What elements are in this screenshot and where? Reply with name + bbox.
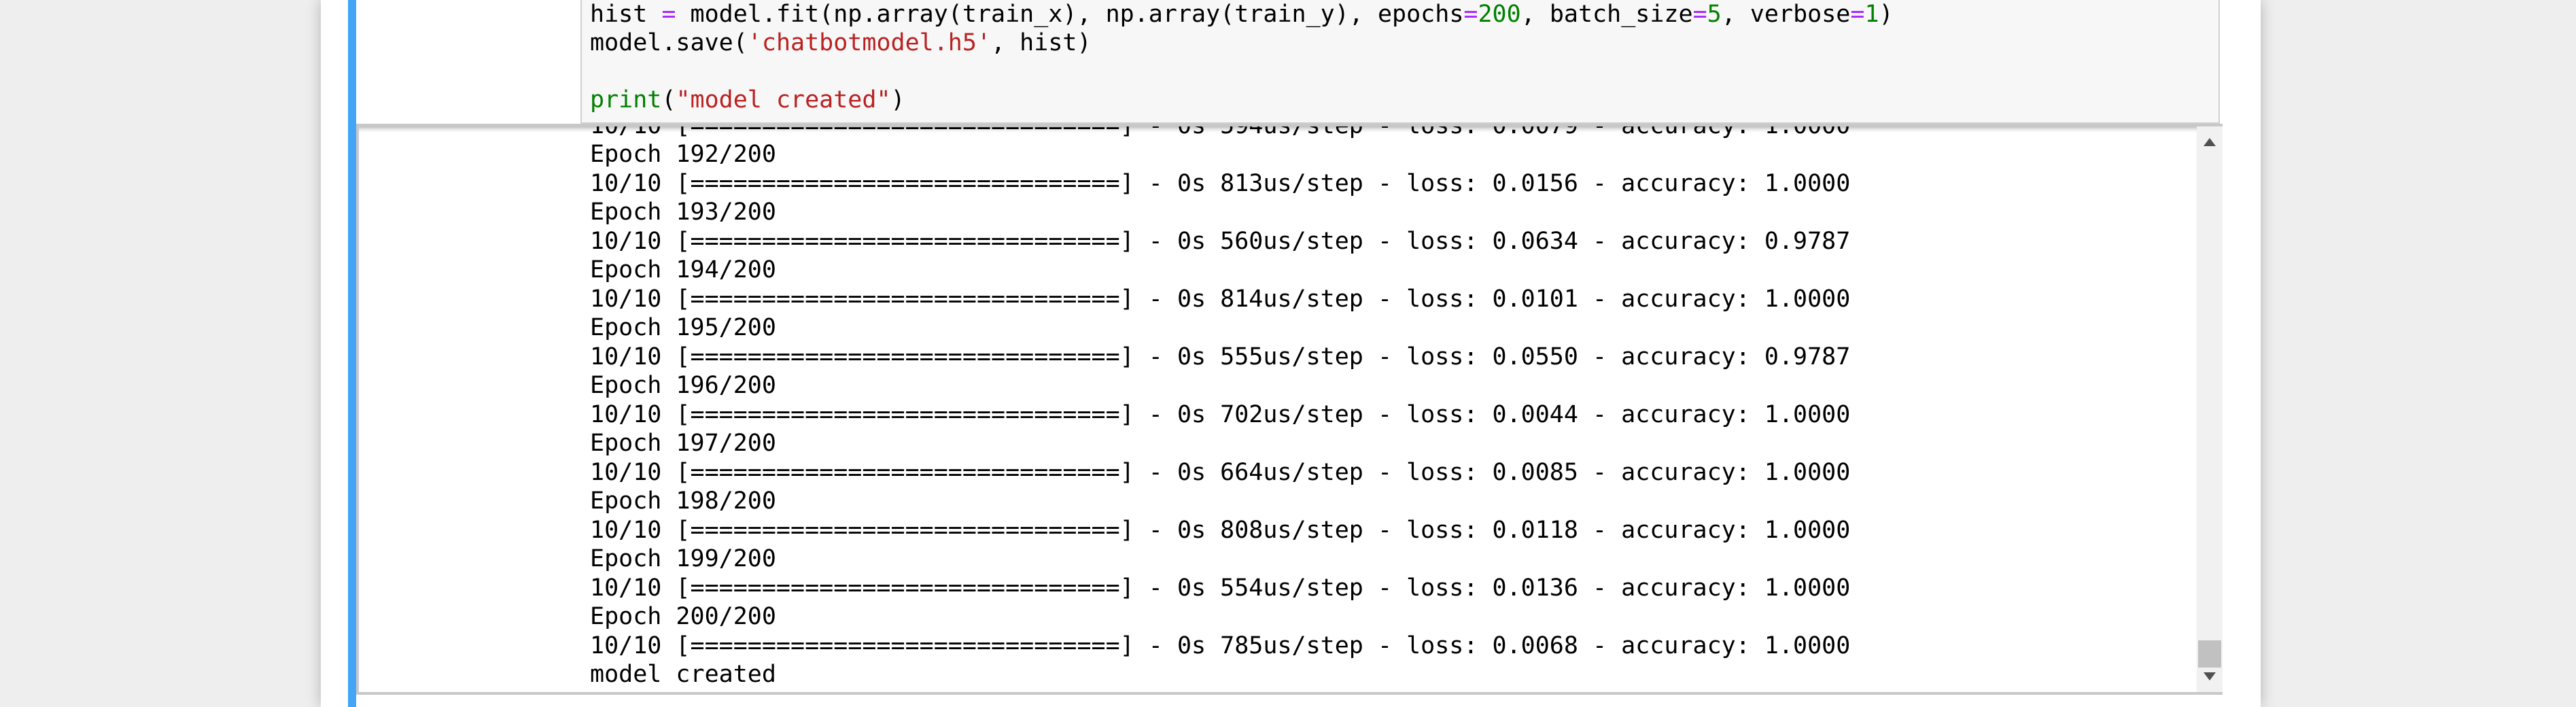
code-input-area[interactable]: hist = model.fit(np.array(train_x), np.a…: [580, 0, 2220, 124]
code-token: model.fit(np.array(train_x), np.array(tr…: [676, 1, 1464, 28]
output-line: 10/10 [==============================] -…: [590, 458, 1851, 486]
output-line: Epoch 200/200: [590, 603, 776, 630]
chevron-down-icon: [2204, 672, 2216, 680]
code-token: 'chatbotmodel.h5': [747, 29, 992, 56]
code-token: hist: [590, 1, 662, 28]
output-line: Epoch 197/200: [590, 430, 776, 457]
output-scrollbar[interactable]: [2197, 124, 2223, 695]
code-token: , batch_size: [1520, 1, 1693, 28]
code-token: 5: [1707, 1, 1722, 28]
selected-cell-indicator: [348, 0, 356, 707]
code-token: "model created": [676, 86, 891, 114]
output-area: 10/10 [==============================] -…: [356, 124, 2197, 695]
code-token: ): [890, 86, 905, 114]
code-token: (: [661, 86, 676, 114]
code-line: hist = model.fit(np.array(train_x), np.a…: [590, 0, 1894, 29]
code-token: =: [1850, 1, 1865, 28]
code-token: , verbose: [1721, 1, 1851, 28]
code-token: model.save(: [590, 29, 748, 56]
output-line: model created: [590, 661, 776, 688]
output-line: 10/10 [==============================] -…: [590, 285, 1851, 313]
output-line: Epoch 196/200: [590, 372, 776, 399]
code-token: =: [661, 1, 676, 28]
code-token: =: [1692, 1, 1707, 28]
code-token: , hist): [991, 29, 1092, 56]
output-line: Epoch 193/200: [590, 199, 776, 226]
code-line: print("model created"): [590, 86, 905, 114]
code-token: 1: [1864, 1, 1879, 28]
output-line: Epoch 199/200: [590, 545, 776, 572]
scroll-up-button[interactable]: [2197, 132, 2223, 152]
scroll-down-button[interactable]: [2197, 666, 2223, 687]
output-line: 10/10 [==============================] -…: [590, 632, 1851, 659]
output-line: 10/10 [==============================] -…: [590, 343, 1851, 370]
output-line: Epoch 195/200: [590, 314, 776, 341]
output-line: 10/10 [==============================] -…: [590, 516, 1851, 544]
output-line: 10/10 [==============================] -…: [590, 169, 1851, 197]
code-token: 200: [1478, 1, 1521, 28]
output-line: 10/10 [==============================] -…: [590, 227, 1851, 255]
chevron-up-icon: [2204, 138, 2216, 146]
output-line: Epoch 198/200: [590, 487, 776, 515]
scroll-thumb[interactable]: [2198, 640, 2221, 668]
output-line: Epoch 194/200: [590, 256, 776, 283]
code-token: =: [1463, 1, 1478, 28]
code-token: print: [590, 86, 662, 114]
code-line: model.save('chatbotmodel.h5', hist): [590, 29, 1092, 57]
code-token: ): [1879, 1, 1894, 28]
output-line: 10/10 [==============================] -…: [590, 400, 1851, 428]
output-line: 10/10 [==============================] -…: [590, 574, 1851, 602]
output-line-partial: 10/10 [==============================] -…: [590, 124, 1851, 139]
output-line: Epoch 192/200: [590, 141, 776, 168]
